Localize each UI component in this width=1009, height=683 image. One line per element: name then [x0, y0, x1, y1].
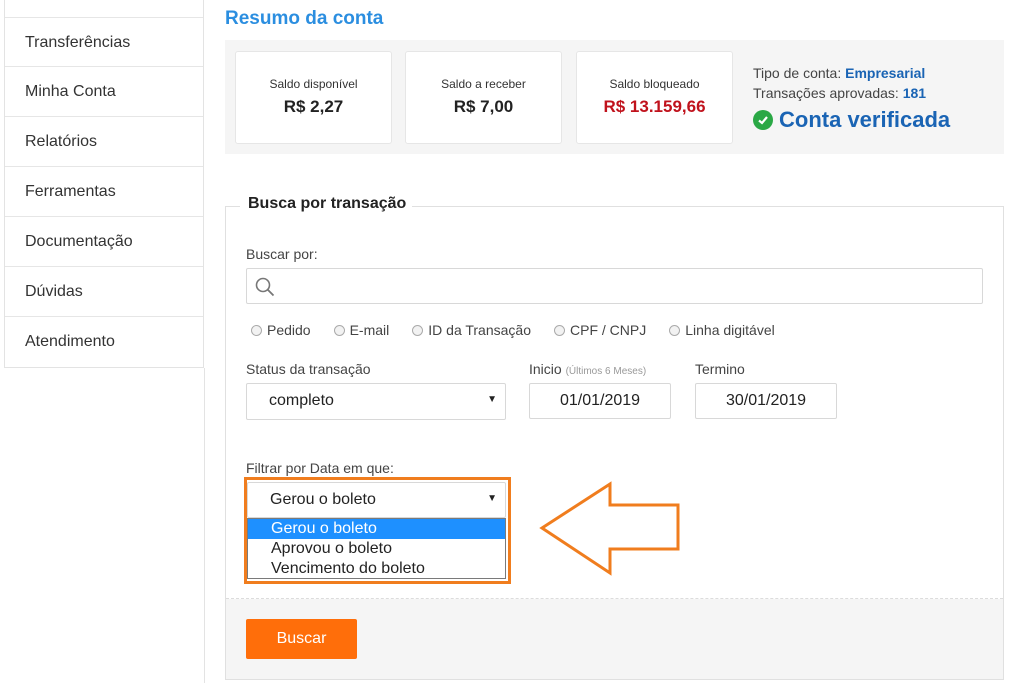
balance-card-available: Saldo disponível R$ 2,27: [235, 51, 392, 144]
sidebar-item-duvidas[interactable]: Dúvidas: [5, 267, 203, 317]
balance-value: R$ 13.159,66: [603, 97, 706, 116]
page-title: Resumo da conta: [225, 8, 384, 29]
highlight-box: [244, 477, 511, 584]
balance-label: Saldo a receber: [441, 77, 526, 91]
filter-date-label: Filtrar por Data em que:: [246, 460, 394, 476]
account-type-value: Empresarial: [845, 65, 926, 81]
search-type-radios: Pedido E-mail ID da Transação CPF / CNPJ…: [251, 322, 798, 338]
status-value: completo: [269, 392, 334, 409]
radio-label: CPF / CNPJ: [570, 322, 647, 338]
check-circle-icon: [753, 110, 773, 130]
radio-dot[interactable]: [554, 324, 565, 336]
sidebar-item-documentacao[interactable]: Documentação: [5, 217, 203, 267]
approved-label: Transações aprovadas:: [753, 85, 899, 101]
radio-dot[interactable]: [412, 324, 424, 336]
sidebar-nav: Transferências Minha Conta Relatórios Fe…: [4, 0, 204, 368]
balance-card-receivable: Saldo a receber R$ 7,00: [405, 51, 562, 144]
verified-text: Conta verificada: [779, 107, 951, 132]
sidebar-item-transferencias[interactable]: Transferências: [5, 17, 203, 67]
arrow-icon: [539, 481, 680, 576]
radio-email[interactable]: E-mail: [333, 322, 390, 338]
status-select[interactable]: completo ▼: [246, 383, 506, 420]
radio-linha-digitavel[interactable]: Linha digitável: [669, 322, 775, 338]
account-info: Tipo de conta: Empresarial Transações ap…: [753, 63, 926, 103]
radio-pedido[interactable]: Pedido: [251, 322, 311, 338]
sidebar-item-relatorios[interactable]: Relatórios: [5, 117, 203, 167]
inicio-date-input[interactable]: 01/01/2019: [529, 383, 671, 419]
sidebar-item-minha-conta[interactable]: Minha Conta: [5, 67, 203, 117]
verified-status: Conta verificada: [753, 107, 950, 133]
radio-dot[interactable]: [669, 324, 681, 336]
balance-label: Saldo bloqueado: [609, 77, 700, 91]
balance-value: R$ 7,00: [453, 97, 514, 116]
search-icon: [255, 277, 275, 297]
sidebar-divider: [204, 368, 205, 683]
radio-label: ID da Transação: [428, 322, 531, 338]
radio-cpf-cnpj[interactable]: CPF / CNPJ: [554, 322, 646, 338]
buscar-por-label: Buscar por:: [246, 246, 318, 262]
termino-label: Termino: [695, 361, 745, 377]
inicio-label: Inicio (Últimos 6 Meses): [529, 361, 646, 377]
balance-value: R$ 2,27: [283, 97, 344, 116]
inicio-label-text: Inicio: [529, 361, 562, 377]
chevron-down-icon: ▼: [487, 394, 497, 405]
search-panel-title: Busca por transação: [240, 195, 413, 213]
radio-label: Linha digitável: [685, 322, 775, 338]
sidebar-item-atendimento[interactable]: Atendimento: [5, 317, 203, 367]
radio-dot[interactable]: [251, 324, 262, 336]
radio-dot[interactable]: [333, 324, 345, 336]
radio-id-transacao[interactable]: ID da Transação: [412, 322, 531, 338]
termino-date-input[interactable]: 30/01/2019: [695, 383, 837, 419]
status-label: Status da transação: [246, 361, 371, 377]
approved-count: 181: [902, 85, 927, 101]
radio-label: Pedido: [267, 322, 311, 338]
buscar-button[interactable]: Buscar: [246, 619, 357, 659]
balance-card-blocked: Saldo bloqueado R$ 13.159,66: [576, 51, 733, 144]
radio-label: E-mail: [349, 322, 390, 338]
account-summary: Saldo disponível R$ 2,27 Saldo a receber…: [225, 40, 1004, 154]
inicio-hint: (Últimos 6 Meses): [565, 366, 647, 377]
search-input[interactable]: [246, 268, 983, 304]
account-type-label: Tipo de conta:: [753, 65, 842, 81]
balance-label: Saldo disponível: [269, 77, 358, 91]
divider: [226, 598, 1003, 599]
sidebar-item-ferramentas[interactable]: Ferramentas: [5, 167, 203, 217]
